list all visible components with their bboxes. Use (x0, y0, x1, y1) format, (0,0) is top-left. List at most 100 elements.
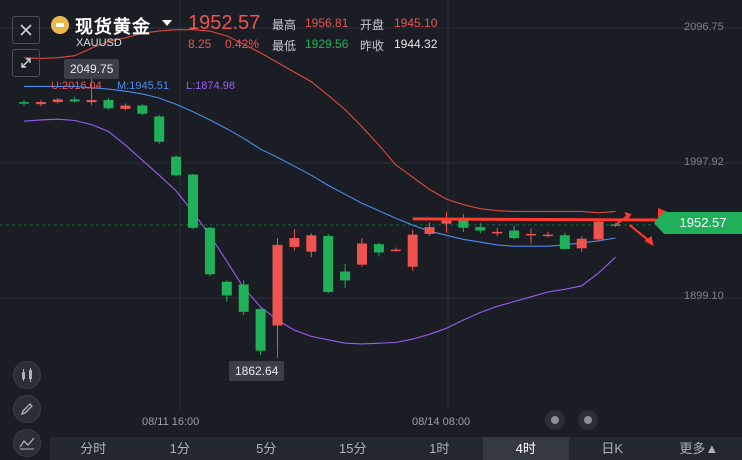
close-icon (20, 24, 32, 36)
open-label: 开盘 (360, 18, 385, 32)
price-change-pct: 0.42% (225, 37, 260, 51)
y-axis-label-top: 2096.75 (684, 21, 724, 33)
scroll-dot-button[interactable] (545, 410, 565, 430)
tab-5min[interactable]: 5分 (223, 437, 310, 460)
candle-body (137, 105, 148, 114)
candle (340, 263, 351, 288)
candle (441, 212, 452, 233)
candle (272, 238, 283, 348)
tab-timeshare[interactable]: 分时 (50, 437, 137, 460)
candle (35, 100, 46, 107)
instrument-symbol: XAUUSD (76, 37, 122, 49)
candle-body (492, 231, 503, 234)
candle (475, 223, 486, 234)
chevron-down-icon[interactable] (162, 20, 172, 26)
candle (86, 92, 97, 106)
candle (120, 103, 131, 111)
candle (407, 229, 418, 271)
candle (390, 247, 401, 252)
pen-icon (20, 403, 33, 416)
tab-daily[interactable]: 日K (569, 437, 656, 460)
close-button[interactable] (12, 16, 40, 44)
candle (204, 227, 215, 277)
candle-body (542, 234, 553, 237)
candle-body (509, 230, 520, 239)
boll-upper-line (23, 29, 616, 214)
candle-body (323, 235, 334, 292)
low-label: 最低 (272, 39, 297, 53)
open-value: 1945.10 (394, 16, 438, 30)
boll-lower-label: L:1874.98 (186, 80, 235, 92)
candle-body (69, 99, 80, 102)
candle (171, 155, 182, 177)
indicator-icon (19, 437, 35, 450)
instrument-name[interactable]: 现货黄金 (75, 13, 151, 39)
candle-body (52, 99, 63, 103)
y-axis-label-bottom: 1899.10 (684, 290, 724, 302)
candle-body (593, 221, 604, 240)
candle-body (373, 244, 384, 253)
tab-4hour[interactable]: 4时 (482, 437, 569, 460)
candle-body (475, 227, 486, 231)
draw-tool-button[interactable] (13, 395, 41, 423)
candle (373, 242, 384, 257)
candle-body (19, 102, 29, 104)
candle (238, 280, 249, 316)
candle-body (272, 244, 283, 326)
x-axis-label-1: 08/11 16:00 (142, 416, 200, 428)
candle (509, 225, 520, 240)
candle-body (458, 220, 469, 228)
candle-body (238, 284, 249, 312)
candle-body (171, 156, 182, 176)
tab-1hour[interactable]: 1时 (396, 437, 483, 460)
candle-body (255, 309, 266, 351)
candle-type-button[interactable] (13, 361, 41, 389)
boll-upper-label: U:2016.04 (51, 80, 102, 92)
candle-body (357, 243, 367, 265)
candle (255, 307, 266, 355)
expand-icon (21, 58, 31, 68)
tab-more[interactable]: 更多▲ (656, 437, 742, 460)
trough-price-tag: 1862.64 (229, 361, 285, 381)
candle-body (86, 100, 97, 103)
candle (306, 233, 317, 258)
candle (103, 98, 114, 110)
low-value: 1929.56 (305, 37, 349, 51)
candle-body (340, 271, 351, 281)
candle (289, 229, 300, 251)
current-price-tag: 1952.57 (654, 212, 742, 234)
gold-coin-icon (51, 16, 69, 34)
candle-body (559, 235, 570, 249)
candle-body (424, 227, 435, 234)
candle (69, 96, 80, 103)
candle-body (204, 227, 215, 275)
expand-button[interactable] (12, 49, 40, 77)
candle (357, 238, 367, 267)
boll-middle-line (24, 85, 616, 247)
candle (188, 173, 198, 230)
tab-15min[interactable]: 15分 (310, 437, 397, 460)
high-value: 1956.81 (305, 16, 349, 30)
timeframe-tabs: 分时 1分 5分 15分 1时 4时 日K 更多▲ (50, 437, 742, 460)
candle (19, 100, 29, 106)
candle-body (576, 238, 587, 249)
candle (137, 104, 148, 116)
indicator-button[interactable] (13, 429, 41, 457)
prevclose-label: 昨收 (360, 39, 385, 53)
tab-1min[interactable]: 1分 (137, 437, 224, 460)
candle-body (103, 100, 114, 109)
candlestick-icon (22, 368, 32, 382)
candle-body (154, 116, 165, 142)
candle-body (120, 105, 131, 109)
prevclose-value: 1944.32 (394, 37, 438, 51)
annotation-layer (0, 77, 670, 358)
candle (559, 232, 570, 250)
candle (154, 115, 165, 144)
candle (542, 231, 553, 238)
candle (323, 233, 334, 294)
candle-body (289, 238, 300, 247)
candle (424, 222, 435, 236)
scroll-dot-button[interactable] (578, 410, 598, 430)
candle-body (306, 235, 317, 252)
candle (52, 98, 63, 104)
